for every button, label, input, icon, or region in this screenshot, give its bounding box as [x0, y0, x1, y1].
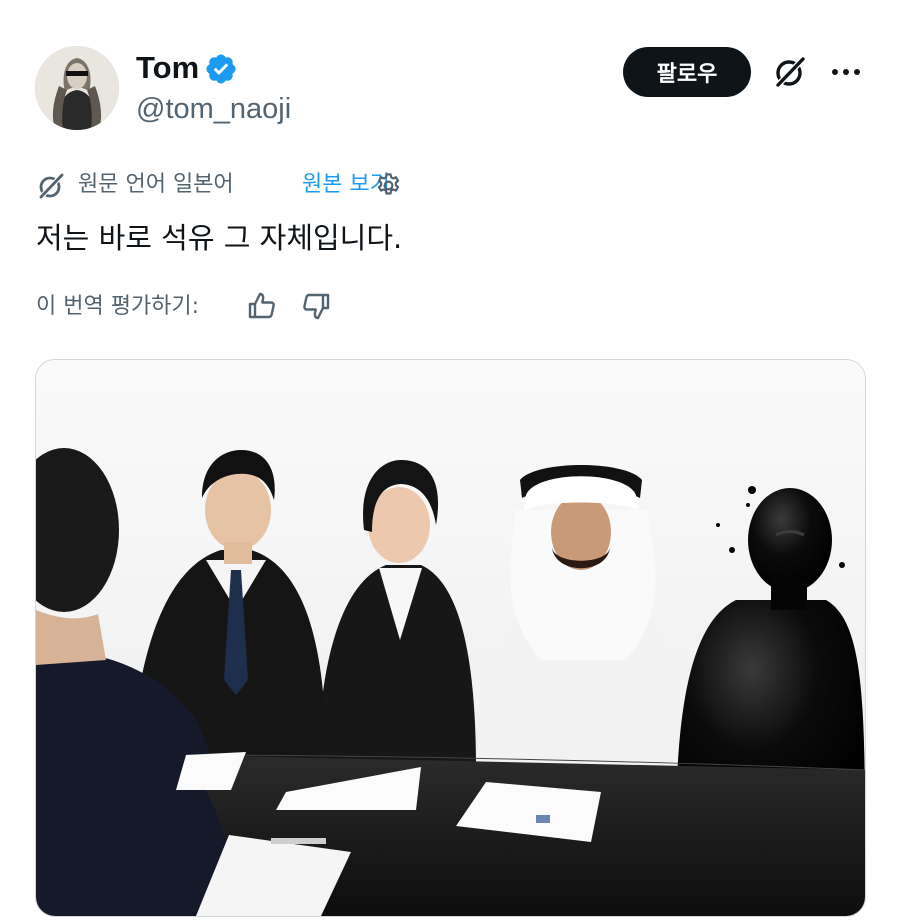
gear-icon[interactable]: [374, 171, 403, 200]
tweet-text: 저는 바로 석유 그 자체입니다.: [36, 221, 403, 255]
rate-translation-label: 이 번역 평가하기:: [36, 294, 200, 319]
grok-icon[interactable]: [772, 54, 808, 90]
follow-button[interactable]: 팔로우: [623, 47, 751, 97]
tweet-media-image[interactable]: [35, 359, 866, 917]
translation-notice: 원문 언어 일본어 원본 보기: [36, 168, 636, 202]
thumbs-down-icon[interactable]: [300, 290, 332, 322]
translation-rating: 이 번역 평가하기:: [36, 290, 436, 326]
author-handle[interactable]: @tom_naoji: [136, 92, 291, 126]
source-language-label: 원문 언어 일본어: [78, 172, 234, 197]
verified-badge-icon: [206, 54, 236, 84]
more-icon[interactable]: [828, 56, 864, 88]
author-name[interactable]: Tom: [136, 50, 199, 86]
grok-translate-icon: [38, 172, 65, 200]
thumbs-up-icon[interactable]: [246, 290, 278, 322]
tweet-header: Tom @tom_naoji 팔로우: [0, 0, 900, 150]
avatar[interactable]: [35, 46, 119, 130]
